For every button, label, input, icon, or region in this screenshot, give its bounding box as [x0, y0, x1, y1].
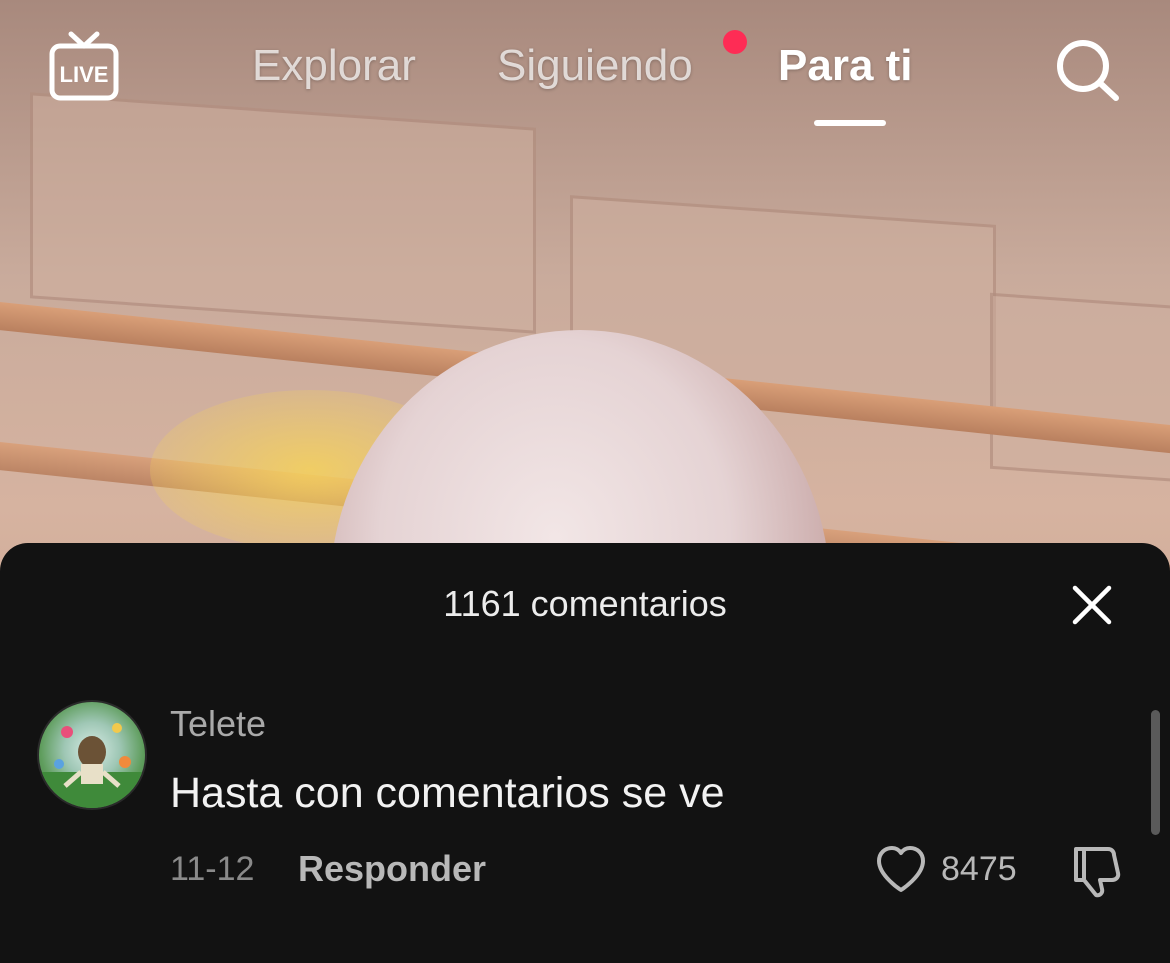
- top-navigation: LIVE Explorar Siguiendo Para ti: [0, 0, 1170, 140]
- comment-date: 11-12: [170, 850, 255, 888]
- search-icon[interactable]: [1052, 36, 1122, 102]
- comments-sheet: 1161 comentarios Telete Hasta con coment…: [0, 543, 1170, 963]
- tab-para-ti[interactable]: Para ti: [778, 38, 913, 94]
- avatar-image: [39, 723, 145, 808]
- scrollbar[interactable]: [1151, 710, 1160, 835]
- reply-button[interactable]: Responder: [298, 848, 486, 890]
- like-count: 8475: [941, 850, 1017, 888]
- avatar[interactable]: [37, 700, 147, 810]
- close-icon[interactable]: [1066, 579, 1118, 631]
- svg-text:LIVE: LIVE: [60, 62, 109, 87]
- thumbs-down-icon[interactable]: [1068, 841, 1126, 899]
- live-tv-icon[interactable]: LIVE: [47, 28, 121, 102]
- comment-username[interactable]: Telete: [170, 703, 266, 745]
- cabinet-panel: [990, 292, 1170, 484]
- comment-count-title: 1161 comentarios: [443, 583, 727, 624]
- notification-dot: [723, 30, 747, 54]
- tab-explorar[interactable]: Explorar: [252, 38, 416, 94]
- tab-siguiendo[interactable]: Siguiendo: [497, 38, 693, 94]
- active-tab-indicator: [814, 120, 886, 126]
- heart-icon[interactable]: [874, 843, 928, 895]
- comment-text: Hasta con comentarios se ve: [170, 769, 725, 817]
